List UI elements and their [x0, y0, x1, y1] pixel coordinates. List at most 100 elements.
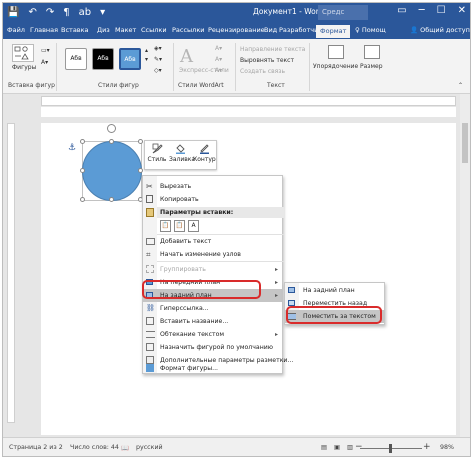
tab-file[interactable]: Файл [7, 26, 25, 34]
tab-home[interactable]: Главная [30, 26, 58, 34]
shape-style-white[interactable]: Абв [65, 48, 87, 70]
gallery-scroll-icon[interactable]: ▴ [145, 47, 148, 54]
close-icon[interactable]: ✕ [458, 5, 466, 16]
figures-label[interactable]: Фигуры [12, 64, 36, 71]
size-button[interactable]: Размер [360, 63, 383, 70]
menu-item-insert-caption[interactable]: Вставить название... [143, 315, 282, 328]
shape-outline-icon[interactable]: ✎▾ [154, 56, 162, 63]
resize-handle[interactable] [109, 197, 114, 202]
menu-item-copy[interactable]: Копировать [143, 193, 282, 206]
resize-handle[interactable] [80, 168, 85, 173]
submenu-item-send-to-back[interactable]: На задний план [285, 284, 384, 297]
ribbon-separator [56, 43, 57, 91]
edit-shape-icon[interactable]: ▭▾ [41, 47, 50, 54]
save-icon[interactable]: 💾 [7, 6, 19, 19]
paragraph-icon[interactable]: ¶ [63, 6, 69, 19]
menu-item-wrap-text[interactable]: Обтекание текстом ▸ [143, 328, 282, 341]
shapes-gallery-icon[interactable] [12, 44, 34, 62]
wordart-quick-styles-icon[interactable]: A [180, 46, 193, 67]
menu-item-hyperlink[interactable]: ⛓ Гиперссылка... [143, 302, 282, 315]
word-count[interactable]: Число слов: 44 [70, 444, 119, 451]
size-icon[interactable] [364, 45, 380, 59]
page-count[interactable]: Страница 2 из 2 [9, 444, 63, 451]
zoom-slider-thumb[interactable] [389, 444, 392, 453]
align-text-button[interactable]: Выровнять текст [240, 57, 294, 64]
print-layout-icon[interactable]: ▣ [334, 444, 340, 451]
collapse-ribbon-icon[interactable]: ⌃ [458, 82, 463, 89]
resize-handle[interactable] [80, 139, 85, 144]
shape-style-black[interactable]: Абв [92, 48, 114, 70]
outline-button[interactable]: Контур [193, 143, 216, 163]
caption-icon [146, 317, 154, 325]
minimize-icon[interactable]: ─ [419, 5, 425, 16]
text-fill-icon[interactable]: A▾ [215, 45, 222, 52]
tab-mailings[interactable]: Рассылки [172, 26, 205, 34]
tab-layout[interactable]: Макет [115, 26, 136, 34]
document-title: Документ1 - Word [253, 7, 324, 16]
zoom-out-button[interactable]: − [355, 442, 363, 452]
scissors-icon: ✂ [146, 182, 153, 191]
rotate-handle[interactable] [107, 124, 116, 133]
menu-item-cut[interactable]: ✂ Вырезать [143, 180, 282, 193]
scrollbar-thumb[interactable] [462, 123, 468, 163]
web-layout-icon[interactable]: ▥ [347, 444, 353, 451]
text-box-icon [146, 238, 155, 245]
share-button[interactable]: 👤 Общий доступ [410, 26, 470, 34]
text-outline-icon[interactable]: A▾ [215, 56, 222, 63]
format-icon[interactable]: ab [79, 6, 91, 19]
tab-design[interactable]: Диз [97, 26, 110, 34]
read-mode-icon[interactable]: ▤ [321, 444, 327, 451]
arrange-button[interactable]: Упорядочение [313, 63, 358, 70]
create-link-button[interactable]: Создать связь [240, 68, 285, 75]
format-shape-icon [146, 364, 154, 372]
ribbon-tabs: Файл Главная Вставка Диз Макет Ссылки Ра… [3, 23, 470, 39]
default-shape-icon [146, 343, 154, 351]
paste-merge-icon[interactable]: 📋 [174, 220, 185, 232]
zoom-in-button[interactable]: + [423, 442, 431, 452]
shape-effects-icon[interactable]: ◇▾ [154, 67, 162, 74]
menu-item-format-shape[interactable]: Формат фигуры... [143, 362, 282, 375]
paste-options: 📋 📋 A [160, 220, 199, 232]
mini-toolbar: Стиль Заливка Контур [144, 140, 217, 170]
resize-handle[interactable] [138, 139, 143, 144]
redo-icon[interactable]: ↷ [46, 6, 54, 19]
circle-shape[interactable] [82, 141, 142, 201]
resize-handle[interactable] [109, 139, 114, 144]
paint-bucket-icon [175, 144, 185, 154]
paste-keep-formatting-icon[interactable]: 📋 [160, 220, 171, 232]
undo-icon[interactable]: ↶ [28, 6, 36, 19]
tab-references[interactable]: Ссылки [141, 26, 167, 34]
menu-item-group[interactable]: Группировать ▸ [143, 263, 282, 276]
style-button[interactable]: Стиль [146, 143, 168, 163]
highlight-behind-text [286, 306, 382, 324]
text-box-ribbon-icon[interactable]: A▾ [41, 59, 48, 66]
tell-me-button[interactable]: ♀ Помощ [355, 26, 386, 34]
resize-handle[interactable] [80, 197, 85, 202]
group-label-wordart: Стили WordArt [178, 82, 224, 89]
ribbon-display-icon[interactable]: ▭ [397, 5, 406, 16]
customize-qat-icon[interactable]: ▾ [100, 6, 105, 19]
language[interactable]: русский [136, 444, 163, 451]
submenu-arrow-icon: ▸ [274, 279, 278, 286]
edit-points-icon: ⌗ [146, 250, 151, 259]
tab-review[interactable]: Рецензирование [208, 26, 265, 34]
maximize-icon[interactable]: ☐ [437, 5, 446, 16]
paste-text-only-icon[interactable]: A [188, 220, 199, 232]
tab-insert[interactable]: Вставка [61, 26, 89, 34]
tab-format[interactable]: Формат [316, 25, 351, 38]
fill-button[interactable]: Заливка [169, 143, 195, 163]
resize-handle[interactable] [138, 168, 143, 173]
text-direction-button[interactable]: Направление текста [240, 46, 305, 53]
shape-style-blue[interactable]: Абв [119, 48, 141, 70]
gallery-more-icon[interactable]: ▾ [145, 56, 148, 63]
proofing-icon[interactable]: 📖 [121, 444, 129, 452]
menu-separator [157, 261, 284, 262]
tab-view[interactable]: Вид [264, 26, 277, 34]
zoom-level[interactable]: 98% [440, 444, 454, 451]
shape-fill-icon[interactable]: ◈▾ [154, 45, 162, 52]
arrange-icon[interactable] [328, 45, 344, 59]
menu-item-add-text[interactable]: Добавить текст [143, 235, 282, 248]
menu-item-set-default-shape[interactable]: Назначить фигурой по умолчанию [143, 341, 282, 354]
menu-item-edit-points[interactable]: ⌗ Начать изменение узлов [143, 248, 282, 261]
text-effects-icon[interactable]: A▾ [215, 67, 222, 74]
